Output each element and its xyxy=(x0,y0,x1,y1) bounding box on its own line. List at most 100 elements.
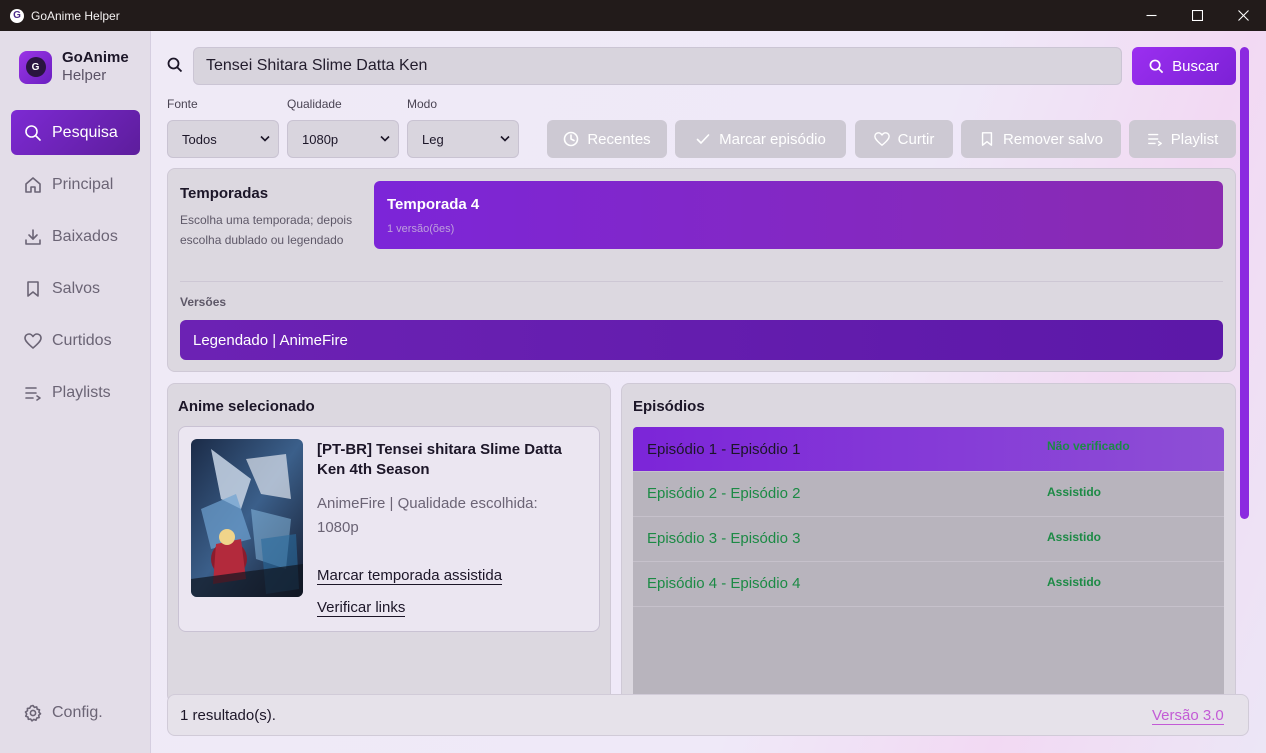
brand: G GoAnime Helper xyxy=(19,49,129,85)
download-icon xyxy=(25,228,41,245)
season-card-title: Temporada 4 xyxy=(387,196,480,213)
close-button[interactable] xyxy=(1220,0,1266,31)
episodes-title: Episódios xyxy=(633,398,705,415)
search-icon xyxy=(1149,59,1164,73)
chevron-down-icon xyxy=(500,135,510,142)
sidebar-item-label: Baixados xyxy=(52,227,118,245)
seasons-title: Temporadas xyxy=(180,185,269,202)
search-button[interactable]: Buscar xyxy=(1132,47,1236,85)
sidebar-item-baixados[interactable]: Baixados xyxy=(11,214,140,259)
episode-row[interactable]: Episódio 1 - Episódio 1 Não verificado xyxy=(633,427,1224,472)
versions-label: Versões xyxy=(180,295,227,309)
episode-status: Assistido xyxy=(1047,530,1102,544)
heart-icon xyxy=(24,332,42,349)
sidebar-item-config[interactable]: Config. xyxy=(11,690,140,735)
version-card[interactable]: Legendado | AnimeFire xyxy=(180,320,1223,360)
source-label: Fonte xyxy=(167,97,198,111)
mark-episode-button[interactable]: Marcar episódio xyxy=(675,120,846,158)
like-button-label: Curtir xyxy=(897,130,935,148)
sidebar-item-label: Salvos xyxy=(52,279,101,297)
season-card-versions: 1 versão(ões) xyxy=(387,223,455,235)
mark-season-watched-link[interactable]: Marcar temporada assistida xyxy=(317,567,503,585)
check-icon xyxy=(696,134,710,144)
sidebar-item-salvos[interactable]: Salvos xyxy=(11,266,140,311)
mark-episode-button-label: Marcar episódio xyxy=(719,130,826,148)
playlist-button-label: Playlist xyxy=(1170,130,1219,148)
sidebar-item-curtidos[interactable]: Curtidos xyxy=(11,318,140,363)
quality-label: Qualidade xyxy=(287,97,342,111)
results-count: 1 resultado(s). xyxy=(180,707,276,724)
mode-select-value: Leg xyxy=(422,131,444,147)
source-select[interactable]: Todos xyxy=(167,120,279,158)
anime-poster xyxy=(191,439,303,597)
mode-select[interactable]: Leg xyxy=(407,120,519,158)
verify-links-link[interactable]: Verificar links xyxy=(317,599,406,617)
bookmark-icon xyxy=(27,280,39,297)
maximize-button[interactable] xyxy=(1174,0,1220,31)
brand-subtitle: Helper xyxy=(62,67,107,84)
search-button-label: Buscar xyxy=(1172,57,1219,75)
recent-button-label: Recentes xyxy=(587,130,651,148)
episode-row[interactable]: Episódio 2 - Episódio 2 Assistido xyxy=(633,472,1224,517)
episode-title: Episódio 1 - Episódio 1 xyxy=(647,441,801,458)
quality-select-value: 1080p xyxy=(302,131,339,147)
episode-row[interactable]: Episódio 4 - Episódio 4 Assistido xyxy=(633,562,1224,607)
sidebar-item-pesquisa[interactable]: Pesquisa xyxy=(11,110,140,155)
sidebar-item-principal[interactable]: Principal xyxy=(11,162,140,207)
minimize-icon xyxy=(1146,14,1156,17)
mode-label: Modo xyxy=(407,97,438,111)
chevron-down-icon xyxy=(380,135,390,142)
episode-status: Assistido xyxy=(1047,485,1102,499)
sidebar-item-label: Curtidos xyxy=(52,331,112,349)
window-controls xyxy=(1128,0,1266,31)
seasons-description: Escolha uma temporada; depois escolha du… xyxy=(180,213,353,247)
bookmark-icon xyxy=(981,132,993,146)
gear-icon xyxy=(24,704,42,722)
brand-logo-icon: G xyxy=(19,50,52,84)
episode-status: Não verificado xyxy=(1047,439,1130,453)
divider xyxy=(180,281,1223,282)
status-bar xyxy=(167,694,1249,736)
playlist-icon xyxy=(25,386,41,401)
heart-icon xyxy=(873,132,890,146)
close-icon xyxy=(1237,10,1249,21)
like-button[interactable]: Curtir xyxy=(855,120,953,158)
app-logo-icon: G xyxy=(10,8,24,23)
anime-meta: AnimeFire | Qualidade escolhida: 1080p xyxy=(317,495,538,536)
sidebar-item-label: Playlists xyxy=(52,383,111,401)
title-bar: G GoAnime Helper xyxy=(0,0,1266,31)
version-link[interactable]: Versão 3.0 xyxy=(1152,707,1224,725)
window-title: GoAnime Helper xyxy=(31,8,120,23)
chevron-down-icon xyxy=(260,135,270,142)
episode-title: Episódio 3 - Episódio 3 xyxy=(647,530,801,547)
search-icon xyxy=(25,124,41,141)
sidebar: G GoAnime Helper Pesquisa Principal Baix… xyxy=(0,31,151,753)
anime-panel-title: Anime selecionado xyxy=(178,398,315,415)
brand-name: GoAnime xyxy=(62,49,129,66)
remove-saved-button-label: Remover salvo xyxy=(1002,130,1104,148)
sidebar-item-playlists[interactable]: Playlists xyxy=(11,370,140,415)
episode-title: Episódio 4 - Episódio 4 xyxy=(647,575,801,592)
recent-button[interactable]: Recentes xyxy=(547,120,667,158)
playlist-button[interactable]: Playlist xyxy=(1129,120,1236,158)
season-card[interactable] xyxy=(374,181,1223,249)
minimize-button[interactable] xyxy=(1128,0,1174,31)
home-icon xyxy=(25,176,41,193)
episodes-list: Episódio 1 - Episódio 1 Não verificado E… xyxy=(633,427,1224,703)
episode-status: Assistido xyxy=(1047,575,1102,589)
scrollbar[interactable] xyxy=(1240,47,1249,519)
search-icon xyxy=(167,57,183,78)
episode-title: Episódio 2 - Episódio 2 xyxy=(647,485,801,502)
playlist-icon xyxy=(1147,133,1162,146)
sidebar-item-label: Pesquisa xyxy=(52,123,118,141)
maximize-icon xyxy=(1191,10,1203,21)
sidebar-item-label: Config. xyxy=(52,703,103,721)
quality-select[interactable]: 1080p xyxy=(287,120,399,158)
episode-row[interactable]: Episódio 3 - Episódio 3 Assistido xyxy=(633,517,1224,562)
sidebar-item-label: Principal xyxy=(52,175,114,193)
anime-name: [PT-BR] Tensei shitara Slime Datta Ken 4… xyxy=(317,441,562,478)
remove-saved-button[interactable]: Remover salvo xyxy=(961,120,1121,158)
search-input[interactable]: Tensei Shitara Slime Datta Ken xyxy=(193,47,1122,85)
source-select-value: Todos xyxy=(182,131,217,147)
clock-icon xyxy=(564,131,579,147)
